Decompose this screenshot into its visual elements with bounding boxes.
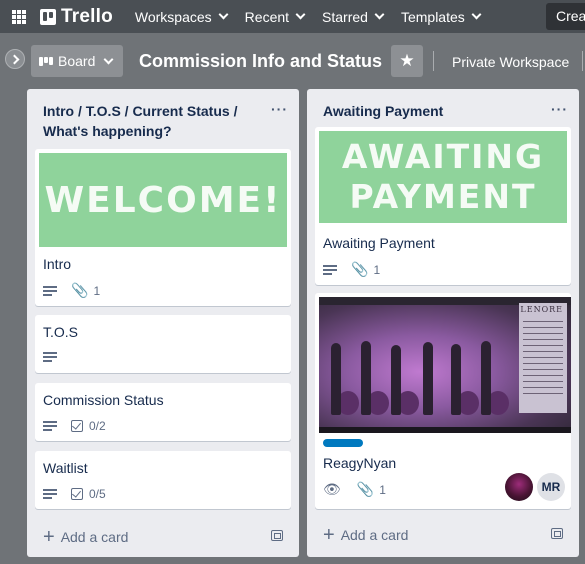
character-figure <box>451 344 461 415</box>
card-tos[interactable]: T.O.S <box>35 315 291 373</box>
list-intro: Intro / T.O.S / Current Status / What's … <box>27 89 299 557</box>
star-board-button[interactable]: ★ <box>391 45 423 77</box>
templates-menu[interactable]: Templates <box>392 0 489 33</box>
description-icon <box>43 421 57 431</box>
board-view-switcher[interactable]: Board <box>31 45 123 77</box>
card-badges: 👁 📎 1 <box>323 481 386 498</box>
character-figure <box>481 341 491 415</box>
card-title: Waitlist <box>43 460 88 476</box>
checklist-icon <box>71 420 83 432</box>
chevron-down-icon <box>218 9 229 20</box>
workspace-visibility-button[interactable]: Private Workspace <box>452 54 569 70</box>
description-icon <box>323 264 337 275</box>
card-awaiting-payment[interactable]: AWAITING PAYMENT Awaiting Payment 📎 1 <box>315 127 571 285</box>
attachment-icon: 📎 <box>351 261 369 277</box>
card-badges: 📎 1 <box>43 282 100 299</box>
chevron-down-icon <box>295 9 306 20</box>
workspaces-menu-label: Workspaces <box>134 8 212 25</box>
attachment-count: 1 <box>93 283 101 298</box>
checklist-progress: 0/5 <box>89 487 106 501</box>
add-card-label: Add a card <box>60 529 129 545</box>
list-menu-button[interactable]: ··· <box>551 101 568 117</box>
apps-grid-icon[interactable] <box>12 9 26 24</box>
attachment-icon: 📎 <box>356 481 375 497</box>
card-cover-image: LENORE <box>319 297 571 433</box>
top-navigation: Trello Workspaces Recent Starred Templat… <box>0 0 585 33</box>
sidebar-expand-icon[interactable] <box>5 49 25 69</box>
list-menu-button[interactable]: ··· <box>271 101 288 117</box>
card-cover: AWAITING PAYMENT <box>319 131 567 223</box>
cover-text-line1: AWAITING <box>341 137 545 176</box>
card-badges <box>43 352 71 362</box>
board-header: Board Commission Info and Status ★ Priva… <box>0 33 585 88</box>
card-template-icon[interactable] <box>271 530 283 541</box>
trello-logo-text: Trello <box>61 5 113 27</box>
board-view-label: Board <box>58 53 96 69</box>
attachment-count: 1 <box>373 262 381 277</box>
member-avatar[interactable] <box>505 473 533 501</box>
checklist-progress: 0/2 <box>89 419 106 433</box>
templates-menu-label: Templates <box>400 8 465 25</box>
plus-icon: + <box>43 526 55 548</box>
card-title: T.O.S <box>43 324 79 340</box>
character-figure <box>391 345 401 415</box>
card-badges: 0/2 <box>43 419 106 433</box>
list-title[interactable]: Intro / T.O.S / Current Status / What's … <box>43 101 263 141</box>
card-intro[interactable]: WELCOME! Intro 📎 1 <box>35 149 291 306</box>
chevron-down-icon <box>374 9 385 20</box>
description-icon <box>43 285 57 296</box>
color-palette-strip <box>319 427 571 433</box>
attachment-count: 1 <box>379 482 386 497</box>
description-icon <box>43 352 57 362</box>
recent-menu[interactable]: Recent <box>236 0 313 33</box>
board-view-icon <box>39 56 53 66</box>
card-commission-status[interactable]: Commission Status 0/2 <box>35 383 291 441</box>
header-divider <box>582 51 583 71</box>
character-figure <box>361 341 371 415</box>
card-badges: 0/5 <box>43 487 106 501</box>
card-title: ReagyNyan <box>323 455 397 471</box>
character-figure <box>423 342 433 415</box>
cover-text-line2: PAYMENT <box>349 177 537 216</box>
card-label-blue[interactable] <box>323 439 363 447</box>
card-title: Commission Status <box>43 392 164 408</box>
header-divider <box>433 51 434 71</box>
card-waitlist[interactable]: Waitlist 0/5 <box>35 451 291 509</box>
card-reagynyan[interactable]: LENORE ReagyNyan 👁 📎 1 MR <box>315 293 571 509</box>
plus-icon: + <box>323 524 335 546</box>
card-template-icon[interactable] <box>551 528 563 539</box>
chevron-down-icon <box>471 9 482 20</box>
attachment-icon: 📎 <box>71 282 89 298</box>
description-icon <box>43 489 57 499</box>
workspaces-menu[interactable]: Workspaces <box>126 0 236 33</box>
reference-notes <box>523 321 563 399</box>
card-title: Awaiting Payment <box>323 235 435 251</box>
create-button[interactable]: Create <box>546 3 585 30</box>
card-badges: 📎 1 <box>323 261 380 278</box>
reference-title: LENORE <box>520 305 563 314</box>
add-card-label: Add a card <box>340 527 409 543</box>
card-cover: WELCOME! <box>39 153 287 247</box>
watching-eye-icon: 👁 <box>323 481 341 497</box>
recent-menu-label: Recent <box>244 8 290 25</box>
cover-text: WELCOME! <box>44 179 282 221</box>
starred-menu[interactable]: Starred <box>313 0 392 33</box>
trello-logo-icon <box>40 8 56 25</box>
trello-logo[interactable]: Trello <box>40 6 113 28</box>
checklist-icon <box>71 488 83 500</box>
card-title: Intro <box>43 256 72 272</box>
add-card-button[interactable]: + Add a card <box>43 526 129 548</box>
character-figure <box>331 343 341 415</box>
member-avatar-initials[interactable]: MR <box>537 473 565 501</box>
board-title[interactable]: Commission Info and Status <box>139 51 382 72</box>
chevron-down-icon <box>103 54 114 64</box>
star-icon: ★ <box>399 51 415 70</box>
add-card-button[interactable]: + Add a card <box>323 524 409 546</box>
starred-menu-label: Starred <box>322 8 368 25</box>
list-title[interactable]: Awaiting Payment <box>323 101 543 121</box>
list-awaiting-payment: Awaiting Payment ··· AWAITING PAYMENT Aw… <box>307 89 579 557</box>
